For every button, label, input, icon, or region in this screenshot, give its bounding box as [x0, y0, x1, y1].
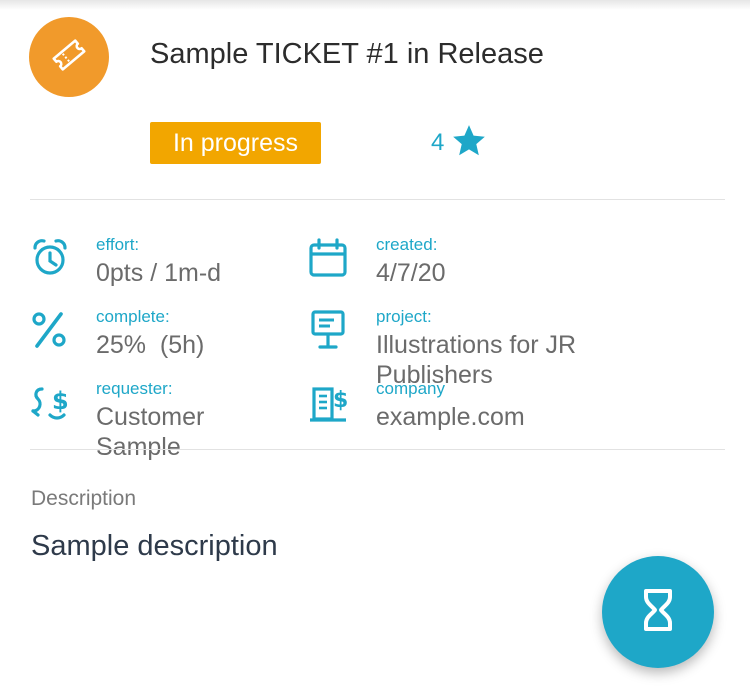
header-divider — [30, 199, 725, 200]
alarm-clock-icon — [28, 236, 72, 280]
complete-value: 25% (5h) — [96, 331, 205, 359]
ticket-icon — [49, 35, 89, 80]
timer-fab-button[interactable] — [602, 556, 714, 668]
project-label: project: — [376, 307, 432, 326]
effort-label: effort: — [96, 235, 140, 254]
created-value: 4/7/20 — [376, 259, 446, 287]
requester-label: requester: — [96, 379, 173, 398]
created-label: created: — [376, 235, 438, 254]
svg-text:$: $ — [52, 387, 69, 415]
company-label: company — [376, 379, 445, 398]
percent-icon — [28, 309, 72, 353]
description-label: Description — [31, 487, 137, 510]
requester-dollar-icon: $ — [28, 381, 72, 425]
calendar-icon — [306, 236, 350, 280]
svg-text:$: $ — [333, 388, 348, 413]
priority-rating[interactable]: 4 — [431, 123, 488, 163]
ticket-title: Sample TICKET #1 in Release — [150, 38, 544, 70]
ticket-avatar — [29, 17, 109, 97]
company-building-dollar-icon: $ — [308, 381, 352, 425]
effort-value: 0pts / 1m-d — [96, 259, 222, 287]
company-value[interactable]: example.com — [376, 402, 525, 432]
details-divider — [30, 449, 725, 450]
complete-label: complete: — [96, 307, 170, 326]
star-icon — [450, 122, 488, 165]
description-text[interactable]: Sample description — [31, 530, 278, 563]
status-badge[interactable]: In progress — [150, 122, 321, 164]
priority-value: 4 — [431, 129, 445, 156]
top-shadow — [0, 0, 750, 10]
presentation-board-icon — [306, 308, 350, 352]
hourglass-icon — [638, 587, 678, 638]
requester-value[interactable]: Customer Sample — [96, 402, 276, 462]
